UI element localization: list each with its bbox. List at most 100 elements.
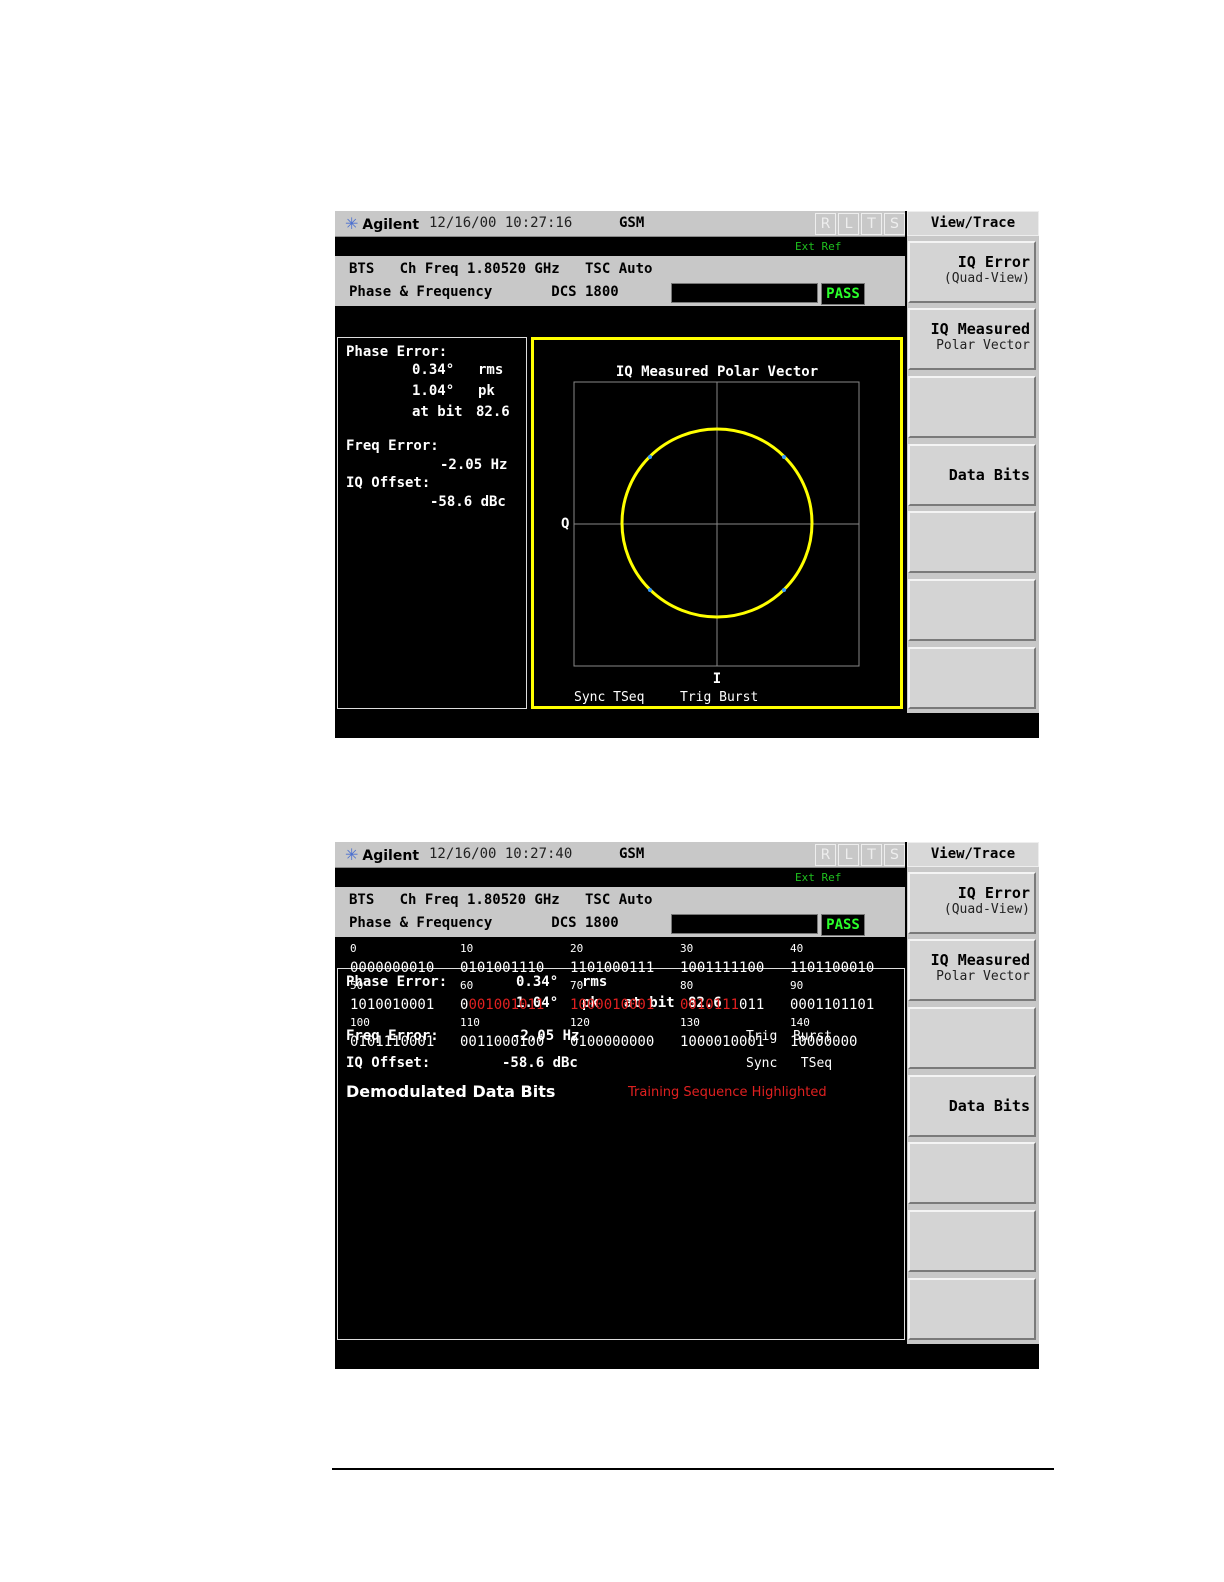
bit-group: 0011000100 bbox=[460, 1034, 544, 1050]
graph-title: IQ Measured Polar Vector bbox=[616, 364, 818, 380]
softkey-blank-2[interactable] bbox=[908, 511, 1036, 573]
bit-index-label: 40 bbox=[790, 942, 804, 955]
mode-label: GSM bbox=[619, 215, 645, 231]
status-t: T bbox=[861, 844, 882, 866]
bit-index-label: 90 bbox=[790, 979, 804, 992]
agilent-logo: ✳ Agilent bbox=[345, 214, 420, 233]
softkey-iq-measured[interactable]: IQ Measured Polar Vector bbox=[908, 308, 1036, 370]
status-indicators: R L T S bbox=[815, 844, 905, 866]
status-r: R bbox=[815, 844, 836, 866]
status-bar: ✳ Agilent 12/16/00 10:27:16 GSM R L T S bbox=[335, 211, 905, 237]
page-footer-rule bbox=[332, 1468, 1054, 1470]
pass-badge: PASS bbox=[821, 283, 865, 305]
pass-badge: PASS bbox=[821, 914, 865, 936]
bit-index-label: 0 bbox=[350, 942, 357, 955]
measurement-header: BTS Ch Freq 1.80520 GHz TSC Auto Phase &… bbox=[335, 887, 905, 937]
bit-index-label: 10 bbox=[460, 942, 474, 955]
softkey-blank-3[interactable] bbox=[908, 579, 1036, 641]
softkey-data-bits[interactable]: Data Bits bbox=[908, 1075, 1036, 1137]
header-line-2: Phase & Frequency DCS 1800 bbox=[349, 915, 619, 931]
header-line-1: BTS Ch Freq 1.80520 GHz TSC Auto bbox=[349, 892, 653, 908]
bits-plain: 0001101101 bbox=[790, 997, 875, 1013]
bits-plain: 0100000000 bbox=[570, 1034, 655, 1050]
pk-unit: pk bbox=[478, 383, 495, 399]
softkey-blank-2[interactable] bbox=[908, 1142, 1036, 1204]
status-s: S bbox=[884, 844, 905, 866]
bit-group: 0001001011 bbox=[460, 997, 544, 1013]
softkey-blank-4[interactable] bbox=[908, 1278, 1036, 1340]
mode-label: GSM bbox=[619, 846, 645, 862]
bit-group: 0101110001 bbox=[350, 1034, 434, 1050]
bit-index-label: 80 bbox=[680, 979, 694, 992]
bits-plain: 0101110001 bbox=[350, 1034, 435, 1050]
symbol-point bbox=[648, 588, 652, 592]
softkey-iq-measured[interactable]: IQ Measured Polar Vector bbox=[908, 939, 1036, 1001]
softkey-iq-error-sub: (Quad-View) bbox=[943, 271, 1030, 286]
softkey-data-bits-label: Data Bits bbox=[948, 1097, 1030, 1115]
softkey-iq-error[interactable]: IQ Error (Quad-View) bbox=[908, 872, 1036, 934]
softkey-blank-4[interactable] bbox=[908, 647, 1036, 709]
softkey-data-bits-label: Data Bits bbox=[948, 466, 1030, 484]
status-indicators: R L T S bbox=[815, 213, 905, 235]
bit-index-label: 140 bbox=[790, 1016, 810, 1029]
freq-error-label: Freq Error: bbox=[346, 438, 439, 454]
bit-index-label: 120 bbox=[570, 1016, 590, 1029]
softkey-blank-1[interactable] bbox=[908, 1007, 1036, 1069]
at-bit-value: 82.6 bbox=[476, 404, 510, 420]
bits-plain: 0011000100 bbox=[460, 1034, 545, 1050]
bit-group: 1101100010 bbox=[790, 960, 874, 976]
polar-vector-graph[interactable]: IQ Measured Polar Vector Q I Sync TSeq T… bbox=[531, 337, 903, 709]
at-bit-label: at bit bbox=[412, 404, 463, 420]
polar-plot-svg: IQ Measured Polar Vector Q I Sync TSeq T… bbox=[561, 364, 860, 705]
bit-group: 0000000010 bbox=[350, 960, 434, 976]
analyzer-screen-data-bits: ✳ Agilent 12/16/00 10:27:40 GSM R L T S E… bbox=[335, 842, 1039, 1369]
symbol-point bbox=[782, 588, 786, 592]
iq-offset-value: -58.6 dBc bbox=[430, 494, 506, 510]
menu-title-view-trace: View/Trace bbox=[907, 842, 1039, 867]
softkey-iq-error-sub: (Quad-View) bbox=[943, 902, 1030, 917]
status-s: S bbox=[884, 213, 905, 235]
bits-plain: 10000000 bbox=[790, 1034, 858, 1050]
sync-label: Sync TSeq bbox=[574, 690, 644, 705]
bits-training-sequence: 0010111 bbox=[680, 997, 740, 1013]
bits-plain: 1000010001 bbox=[680, 1034, 765, 1050]
softkey-iq-measured-label: IQ Measured bbox=[930, 320, 1030, 338]
header-line-2: Phase & Frequency DCS 1800 bbox=[349, 284, 619, 300]
timestamp: 12/16/00 10:27:16 bbox=[429, 215, 573, 231]
agilent-star-icon: ✳ bbox=[345, 845, 359, 864]
bits-plain: 1101100010 bbox=[790, 960, 875, 976]
bit-index-label: 20 bbox=[570, 942, 584, 955]
symbol-point bbox=[782, 455, 786, 459]
rms-unit: rms bbox=[478, 362, 504, 378]
bit-group: 1010010001 bbox=[350, 997, 434, 1013]
bit-index-label: 100 bbox=[350, 1016, 370, 1029]
ext-ref-indicator: Ext Ref bbox=[795, 871, 842, 884]
softkey-blank-1[interactable] bbox=[908, 376, 1036, 438]
status-l: L bbox=[838, 213, 859, 235]
softkey-blank-3[interactable] bbox=[908, 1210, 1036, 1272]
header-line-1: BTS Ch Freq 1.80520 GHz TSC Auto bbox=[349, 261, 653, 277]
limit-box bbox=[671, 283, 818, 303]
results-panel: Phase Error: 0.34° rms 1.04° pk at bit 8… bbox=[337, 337, 527, 709]
pk-value: 1.04° bbox=[412, 383, 455, 399]
iq-offset-label: IQ Offset: bbox=[346, 475, 431, 491]
timestamp: 12/16/00 10:27:40 bbox=[429, 846, 573, 862]
data-bits-panel: Phase Error: 0.34° rms 1.04° pk at bit 8… bbox=[337, 942, 905, 1340]
bit-group: 0101001110 bbox=[460, 960, 544, 976]
bits-plain: 1010010001 bbox=[350, 997, 435, 1013]
softkey-iq-measured-sub: Polar Vector bbox=[936, 969, 1030, 984]
limit-box bbox=[671, 914, 818, 934]
bits-plain: 1001111100 bbox=[680, 960, 765, 976]
bit-index-label: 60 bbox=[460, 979, 474, 992]
menu-title-view-trace: View/Trace bbox=[907, 211, 1039, 236]
agilent-logo: ✳ Agilent bbox=[345, 845, 420, 864]
bit-index-label: 110 bbox=[460, 1016, 480, 1029]
bits-grid: 0 10 20 30 40 0000000010 0101001110 1101000111 1… bbox=[338, 942, 904, 1339]
softkey-iq-error[interactable]: IQ Error (Quad-View) bbox=[908, 241, 1036, 303]
bit-index-label: 50 bbox=[350, 979, 364, 992]
trig-label: Trig Burst bbox=[680, 690, 758, 705]
bits-plain: 1101000111 bbox=[570, 960, 655, 976]
bit-index-label: 130 bbox=[680, 1016, 700, 1029]
freq-error-value: -2.05 Hz bbox=[440, 457, 508, 473]
softkey-data-bits[interactable]: Data Bits bbox=[908, 444, 1036, 506]
